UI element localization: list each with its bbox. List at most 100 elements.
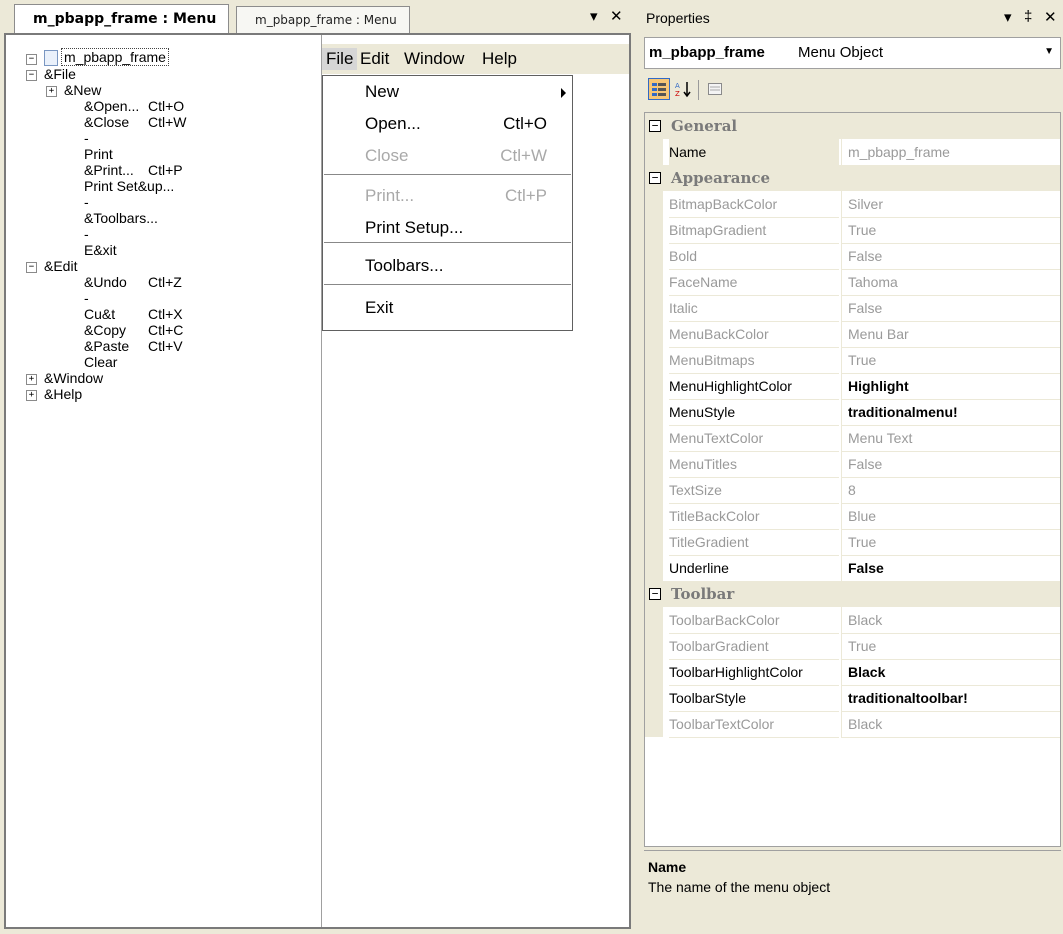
expand-icon[interactable]: + (26, 390, 37, 401)
tree-item[interactable]: - (84, 290, 89, 306)
chevron-down-icon[interactable]: ▼ (1044, 46, 1054, 57)
property-value[interactable]: 8 (841, 477, 1060, 504)
property-row[interactable]: MenuBackColor Menu Bar (645, 321, 1060, 348)
property-row[interactable]: ToolbarBackColor Black (645, 607, 1060, 634)
property-value[interactable]: traditionaltoolbar! (841, 685, 1060, 712)
tree-item[interactable]: &Print... (84, 162, 134, 178)
menubar-item-file[interactable]: File (322, 48, 358, 70)
property-row[interactable]: Italic False (645, 295, 1060, 322)
property-row[interactable]: TitleGradient True (645, 529, 1060, 556)
property-pages-icon[interactable] (704, 78, 726, 100)
property-value[interactable]: Silver (841, 191, 1060, 218)
dropdown-item-toolbars[interactable]: Toolbars... (323, 252, 572, 280)
dropdown-item-open[interactable]: Open... Ctl+O (323, 110, 572, 138)
object-selector[interactable]: m_pbapp_frame Menu Object ▼ (644, 37, 1061, 69)
menubar-item-window[interactable]: Window (400, 48, 468, 70)
dropdown-item-close[interactable]: Close Ctl+W (323, 142, 572, 170)
property-value[interactable]: False (841, 243, 1060, 270)
property-value[interactable]: Tahoma (841, 269, 1060, 296)
properties-toolbar: AZ (644, 72, 1061, 108)
tree-item[interactable]: &Undo (84, 274, 127, 290)
property-row[interactable]: MenuStyle traditionalmenu! (645, 399, 1060, 426)
collapse-icon[interactable]: − (26, 54, 37, 65)
tree-item[interactable]: &Toolbars... (84, 210, 158, 226)
collapse-icon[interactable]: − (26, 262, 37, 273)
sort-alphabetical-icon[interactable]: AZ (672, 78, 694, 100)
dropdown-item-exit[interactable]: Exit (323, 294, 572, 322)
property-value[interactable]: Black (841, 711, 1060, 738)
property-row[interactable]: ToolbarGradient True (645, 633, 1060, 660)
property-value[interactable]: m_pbapp_frame (841, 139, 1060, 166)
menubar-item-edit[interactable]: Edit (356, 48, 393, 70)
tree-item[interactable]: &Open... (84, 98, 139, 114)
property-row[interactable]: MenuHighlightColor Highlight (645, 373, 1060, 400)
dropdown-item-new[interactable]: New (323, 78, 572, 106)
tab-menu-inactive[interactable]: m_pbapp_frame : Menu (236, 6, 410, 33)
tree-root[interactable]: m_pbapp_frame (44, 48, 169, 67)
tab-menu-active[interactable]: m_pbapp_frame : Menu (14, 4, 230, 33)
tree-item[interactable]: - (84, 226, 89, 242)
dropdown-item-print[interactable]: Print... Ctl+P (323, 182, 572, 210)
property-row[interactable]: TitleBackColor Blue (645, 503, 1060, 530)
collapse-icon[interactable]: − (26, 70, 37, 81)
tree-item[interactable]: &Window (44, 370, 103, 386)
property-value[interactable]: True (841, 347, 1060, 374)
tree-item[interactable]: - (84, 130, 89, 146)
property-row[interactable]: Name m_pbapp_frame (645, 139, 1060, 166)
tree-item[interactable]: Print (84, 146, 113, 162)
tree-item[interactable]: &Paste (84, 338, 129, 354)
property-value[interactable]: Blue (841, 503, 1060, 530)
expand-icon[interactable]: + (46, 86, 57, 97)
menubar-item-help[interactable]: Help (478, 48, 521, 70)
tree-item[interactable]: Print Set&up... (84, 178, 174, 194)
category-appearance[interactable]: − Appearance (645, 165, 1060, 191)
property-row[interactable]: MenuTitles False (645, 451, 1060, 478)
property-row[interactable]: TextSize 8 (645, 477, 1060, 504)
tree-item[interactable]: E&xit (84, 242, 117, 258)
property-row[interactable]: Bold False (645, 243, 1060, 270)
property-row[interactable]: MenuTextColor Menu Text (645, 425, 1060, 452)
property-row[interactable]: BitmapBackColor Silver (645, 191, 1060, 218)
property-value[interactable]: False (841, 295, 1060, 322)
property-value[interactable]: Highlight (841, 373, 1060, 400)
property-value[interactable]: Menu Text (841, 425, 1060, 452)
tree-item[interactable]: &New (64, 82, 101, 98)
tree-item[interactable]: - (84, 194, 89, 210)
dropdown-icon[interactable]: ▾ (1004, 8, 1012, 26)
property-row[interactable]: Underline False (645, 555, 1060, 582)
property-value[interactable]: Menu Bar (841, 321, 1060, 348)
property-value[interactable]: True (841, 633, 1060, 660)
property-row[interactable]: BitmapGradient True (645, 217, 1060, 244)
tree-item[interactable]: Cu&t (84, 306, 115, 322)
tab-list-dropdown-icon[interactable]: ▾ (590, 7, 598, 25)
close-icon[interactable]: ✕ (1044, 8, 1057, 26)
tree-item[interactable]: &File (44, 66, 76, 82)
category-toolbar[interactable]: − Toolbar (645, 581, 1060, 607)
property-row[interactable]: ToolbarTextColor Black (645, 711, 1060, 738)
category-general[interactable]: − General (645, 113, 1060, 139)
expand-icon[interactable]: + (26, 374, 37, 385)
close-icon[interactable]: ✕ (610, 7, 623, 25)
tree-item[interactable]: Clear (84, 354, 117, 370)
tree-item[interactable]: &Edit (44, 258, 77, 274)
pin-icon[interactable]: ‡ (1024, 8, 1032, 25)
property-value[interactable]: traditionalmenu! (841, 399, 1060, 426)
property-value[interactable]: Black (841, 607, 1060, 634)
property-row[interactable]: ToolbarStyle traditionaltoolbar! (645, 685, 1060, 712)
tree-item[interactable]: &Close (84, 114, 129, 130)
collapse-icon[interactable]: − (649, 172, 661, 184)
property-row[interactable]: MenuBitmaps True (645, 347, 1060, 374)
property-value[interactable]: Black (841, 659, 1060, 686)
property-value[interactable]: False (841, 451, 1060, 478)
property-value[interactable]: False (841, 555, 1060, 582)
property-value[interactable]: True (841, 529, 1060, 556)
tree-item[interactable]: &Copy (84, 322, 126, 338)
property-row[interactable]: ToolbarHighlightColor Black (645, 659, 1060, 686)
collapse-icon[interactable]: − (649, 120, 661, 132)
categorized-icon[interactable] (648, 78, 670, 100)
tree-item[interactable]: &Help (44, 386, 82, 402)
dropdown-item-print-setup[interactable]: Print Setup... (323, 214, 572, 242)
property-value[interactable]: True (841, 217, 1060, 244)
collapse-icon[interactable]: − (649, 588, 661, 600)
property-row[interactable]: FaceName Tahoma (645, 269, 1060, 296)
